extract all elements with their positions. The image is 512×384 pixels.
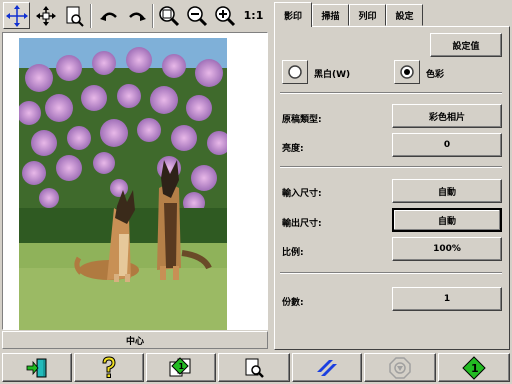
scan-icon	[317, 359, 337, 376]
input-size-value: 自動	[437, 187, 456, 198]
preview-pane[interactable]	[2, 32, 268, 330]
ratio-value: 100%	[433, 244, 461, 254]
output-size-label: 輸出尺寸:	[282, 219, 322, 229]
color-label: 色彩	[426, 70, 445, 80]
preview-photo	[19, 38, 227, 330]
tab-print[interactable]: 列印	[349, 4, 386, 26]
tab-scan[interactable]: 掃描	[312, 4, 349, 26]
preview-caption[interactable]: 中心	[2, 331, 268, 349]
tab-settings-label: 設定	[395, 11, 414, 22]
svg-text:1: 1	[471, 362, 479, 375]
copy-icon: 1	[169, 356, 191, 376]
exit-button[interactable]	[2, 353, 72, 382]
svg-text:1: 1	[179, 362, 185, 371]
page-zoom-icon[interactable]	[60, 2, 87, 29]
bw-radio[interactable]	[282, 60, 308, 84]
separator	[280, 166, 502, 168]
output-size-value: 自動	[437, 216, 456, 227]
brightness-button[interactable]: 0	[392, 133, 502, 157]
color-radio[interactable]	[394, 60, 420, 84]
radio-on-icon	[400, 65, 414, 79]
tab-scan-label: 掃描	[321, 11, 340, 22]
brightness-value: 0	[443, 140, 451, 150]
output-size-button[interactable]: 自動	[392, 208, 502, 232]
settings-button-label: 設定值	[452, 41, 480, 52]
copies-value: 1	[443, 294, 451, 304]
preview-caption-text: 中心	[125, 336, 144, 347]
separator	[280, 272, 502, 274]
copies-label: 份數:	[282, 298, 304, 308]
actual-size-label: 1:1	[243, 9, 264, 22]
brightness-label: 亮度:	[282, 144, 304, 154]
pan-icon[interactable]	[32, 2, 59, 29]
original-type-label: 原稿類型:	[282, 115, 322, 125]
radio-off-icon	[288, 65, 302, 79]
tab-settings[interactable]: 設定	[386, 4, 423, 26]
settings-button[interactable]: 設定值	[430, 33, 502, 57]
tab-copy[interactable]: 影印	[274, 2, 312, 27]
ratio-label: 比例:	[282, 248, 304, 258]
zoom-fit-icon[interactable]	[155, 2, 182, 29]
bw-label: 黑白(W)	[314, 70, 351, 80]
actual-size-icon[interactable]: 1:1	[240, 2, 267, 29]
input-size-label: 輸入尺寸:	[282, 189, 322, 199]
stop-button[interactable]	[364, 353, 436, 382]
ratio-button[interactable]: 100%	[392, 237, 502, 261]
copies-button[interactable]: 1	[392, 287, 502, 311]
toolbar-divider	[90, 4, 92, 28]
preview-icon	[245, 358, 264, 378]
zoom-in-icon[interactable]	[211, 2, 238, 29]
help-icon	[102, 355, 116, 378]
original-type-button[interactable]: 彩色相片	[392, 104, 502, 128]
preview-button[interactable]	[218, 353, 290, 382]
start-button[interactable]: 1	[438, 353, 510, 382]
tab-print-label: 列印	[358, 11, 377, 22]
zoom-out-icon[interactable]	[183, 2, 210, 29]
undo-icon[interactable]	[95, 2, 122, 29]
redo-icon[interactable]	[123, 2, 150, 29]
help-button[interactable]	[74, 353, 144, 382]
scan-button[interactable]	[292, 353, 362, 382]
original-type-value: 彩色相片	[428, 112, 465, 123]
separator	[280, 92, 502, 94]
input-size-button[interactable]: 自動	[392, 179, 502, 203]
copy-button[interactable]: 1	[146, 353, 216, 382]
stop-icon	[389, 356, 411, 379]
tab-copy-label: 影印	[283, 11, 302, 22]
toolbar-divider	[152, 4, 154, 28]
move-cursor-icon[interactable]	[3, 2, 30, 29]
start-icon: 1	[462, 355, 486, 380]
exit-icon	[26, 358, 47, 377]
